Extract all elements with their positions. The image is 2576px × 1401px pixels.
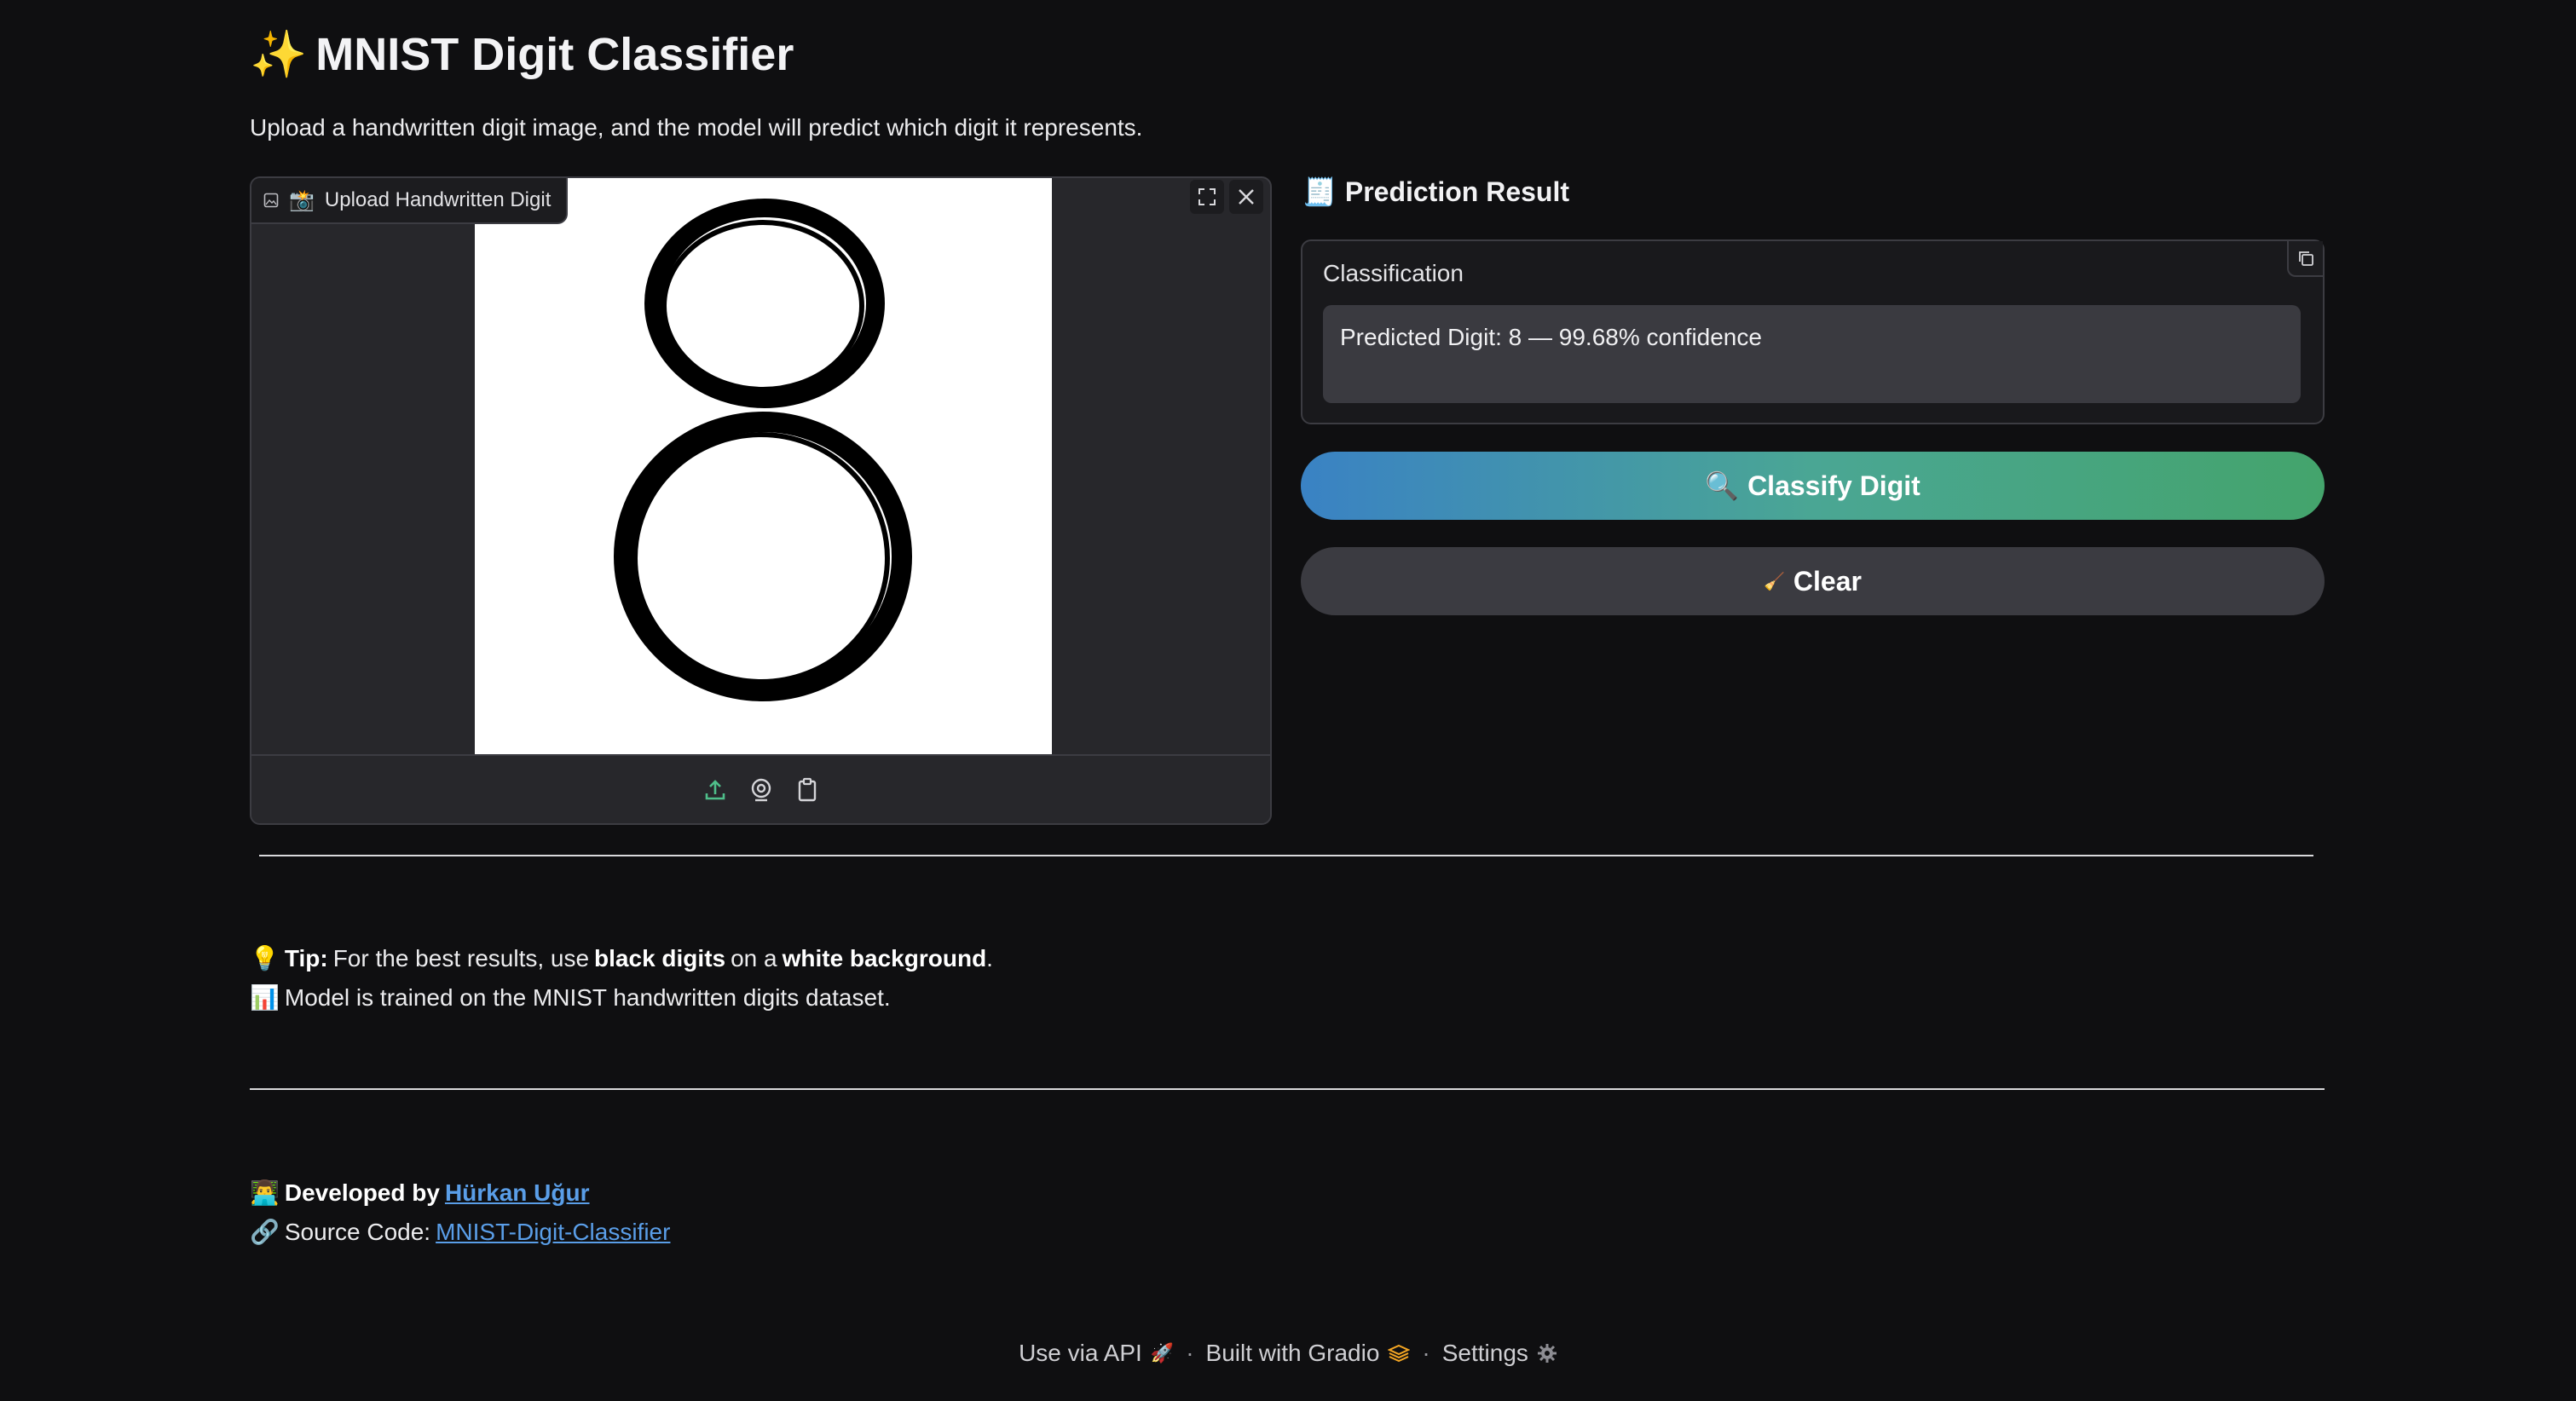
camera-emoji-icon: 📸 [289,188,315,212]
developer-icon: 👨‍💻 [250,1179,280,1206]
gradio-logo-icon [1388,1344,1411,1363]
divider [250,1088,2325,1090]
prediction-heading-text: Prediction Result [1344,176,1569,207]
divider [259,855,2313,856]
webcam-icon [751,778,771,801]
built-with-gradio-link[interactable]: Built with Gradio [1206,1340,1411,1367]
rocket-icon: 🚀 [1150,1342,1175,1364]
receipt-icon: 🧾 [1302,176,1337,207]
model-info-content: Model is trained on the MNIST handwritte… [284,983,891,1011]
remove-image-button[interactable] [1229,180,1263,214]
source-code-credit: 🔗 Source Code: MNIST-Digit-Classifier [250,1218,670,1246]
tip-bold-white-background: white background [782,944,987,971]
image-input-label: 📸 Upload Handwritten Digit [251,178,569,224]
broom-icon: 🧹 [1764,572,1785,591]
image-input-label-text: Upload Handwritten Digit [324,188,552,211]
image-toolbar [1190,180,1263,214]
clipboard-icon [798,777,816,801]
image-icon [263,193,279,208]
model-info-text: 📊 Model is trained on the MNIST handwrit… [250,983,891,1012]
clipboard-source-button[interactable] [794,776,821,804]
clear-label: Clear [1793,565,1862,597]
sparkles-icon: ✨ [250,29,308,80]
classify-digit-label: Classify Digit [1747,470,1920,501]
image-source-bar [251,754,1270,823]
developer-credit: 👨‍💻 Developed by Hürkan Uğur [250,1179,590,1207]
use-via-api-label: Use via API [1019,1340,1142,1366]
page-title-text: MNIST Digit Classifier [315,29,794,80]
classification-label: Classification [1323,260,1464,286]
classification-panel: Classification Predicted Digit: 8 — 99.6… [1301,239,2325,424]
page-title: ✨ MNIST Digit Classifier [250,24,794,85]
classification-output[interactable]: Predicted Digit: 8 — 99.68% confidence [1323,305,2301,403]
upload-source-button[interactable] [702,776,729,804]
prediction-heading: 🧾 Prediction Result [1302,176,1569,208]
fullscreen-icon [1198,188,1216,205]
page-footer: Use via API 🚀 · Built with Gradio · Sett… [0,1340,2576,1367]
gear-icon [1537,1344,1557,1363]
tip-period: . [986,944,993,971]
tip-bold-black-digits: black digits [594,944,726,971]
magnifier-icon: 🔍 [1705,470,1740,501]
bar-chart-icon: 📊 [250,984,280,1011]
tip-text-part: For the best results, use [332,944,590,971]
source-code-label: Source Code: [284,1218,431,1245]
tip-text: 💡 Tip: For the best results, use black d… [250,944,993,972]
use-via-api-link[interactable]: Use via API 🚀 [1019,1340,1174,1367]
page-subtitle: Upload a handwritten digit image, and th… [250,114,1143,141]
copy-icon [2299,251,2313,266]
developed-by-label: Developed by [284,1179,440,1206]
built-with-gradio-label: Built with Gradio [1205,1340,1380,1366]
footer-separator: · [1186,1340,1194,1366]
settings-link[interactable]: Settings [1442,1340,1557,1367]
source-code-link[interactable]: MNIST-Digit-Classifier [436,1219,670,1246]
image-upload-panel[interactable]: 📸 Upload Handwritten Digit [250,176,1272,825]
footer-separator: · [1422,1340,1430,1366]
copy-button[interactable] [2287,241,2323,277]
lightbulb-icon: 💡 [250,945,280,971]
tip-prefix: Tip: [284,944,328,971]
webcam-source-button[interactable] [748,776,775,804]
settings-label: Settings [1441,1340,1528,1366]
classify-digit-button[interactable]: 🔍 Classify Digit [1301,452,2325,520]
link-icon: 🔗 [250,1219,280,1245]
clear-button[interactable]: 🧹 Clear [1301,547,2325,615]
upload-icon [705,779,725,799]
handwritten-digit-image [614,199,912,701]
image-preview [475,178,1052,759]
fullscreen-button[interactable] [1190,180,1224,214]
author-link[interactable]: Hürkan Uğur [445,1179,590,1207]
close-icon [1239,189,1254,205]
tip-text-part: on a [731,944,777,971]
